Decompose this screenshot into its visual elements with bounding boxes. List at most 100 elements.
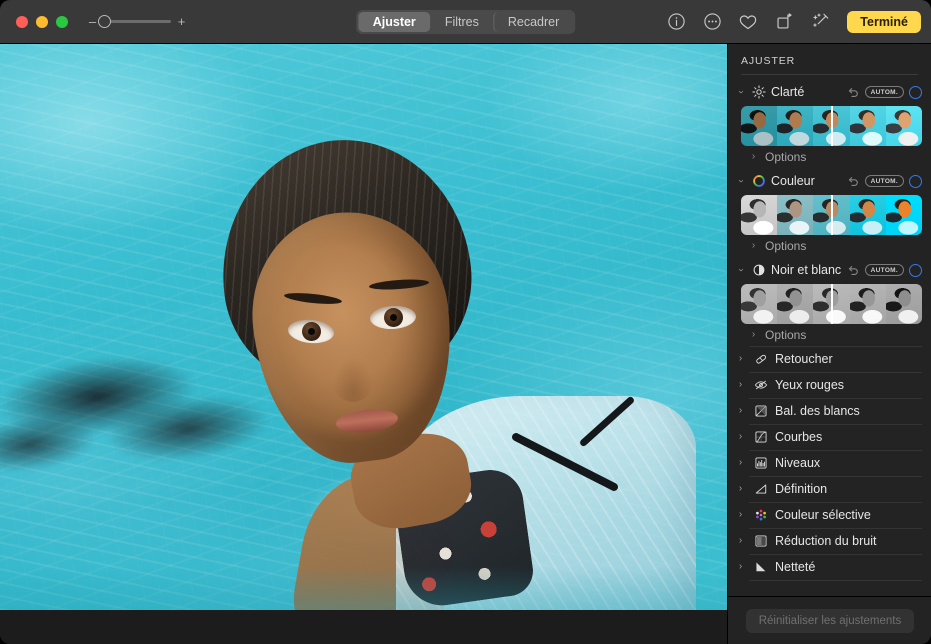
sidebar-item-label: Yeux rouges <box>775 378 844 392</box>
clarte-options-disclosure[interactable]: › Options <box>728 146 931 168</box>
variant-thumbnail[interactable] <box>886 284 922 324</box>
adjust-sidebar: AJUSTER › Clarté A <box>727 44 931 644</box>
variant-thumbnail[interactable] <box>850 195 886 235</box>
info-icon[interactable] <box>665 11 687 33</box>
chevron-right-icon[interactable]: › <box>748 241 759 251</box>
white-balance-icon <box>753 404 768 419</box>
chevron-right-icon[interactable]: › <box>735 458 746 468</box>
adjustments-list[interactable]: › Clarté AUTOM. <box>728 79 931 587</box>
filmstrip-playhead[interactable] <box>831 195 833 235</box>
clarity-variant-filmstrip[interactable] <box>741 106 922 146</box>
filmstrip-playhead[interactable] <box>831 106 833 146</box>
selective-color-dots-icon <box>753 508 768 523</box>
chevron-down-icon[interactable]: › <box>736 176 746 187</box>
sidebar-item-vignette[interactable]: › Vignette <box>728 580 931 587</box>
chevron-right-icon[interactable]: › <box>748 330 759 340</box>
zoom-slider-track[interactable] <box>103 20 171 23</box>
variant-thumbnail[interactable] <box>850 284 886 324</box>
pupil-left <box>308 328 315 335</box>
red-eye-icon <box>753 378 768 393</box>
revert-icon[interactable] <box>847 86 860 99</box>
sidebar-item-label: Définition <box>775 482 827 496</box>
variant-thumbnail[interactable] <box>886 106 922 146</box>
adjustment-group-couleur[interactable]: › <box>728 168 931 194</box>
chevron-right-icon[interactable]: › <box>735 380 746 390</box>
close-window-button[interactable] <box>16 16 28 28</box>
adjustment-toggle[interactable] <box>909 175 922 188</box>
sidebar-item-definition[interactable]: › Définition <box>728 476 931 502</box>
black-and-white-variant-filmstrip[interactable] <box>741 284 922 324</box>
sidebar-item-couleur-selective[interactable]: › Couleur sélective <box>728 502 931 528</box>
chevron-down-icon[interactable]: › <box>736 87 746 98</box>
zoom-slider-knob[interactable] <box>98 15 111 28</box>
adjustment-toggle[interactable] <box>909 86 922 99</box>
tab-recadrer[interactable]: Recadrer <box>493 12 573 32</box>
zoom-in-icon[interactable]: + <box>177 15 186 28</box>
tab-ajuster[interactable]: Ajuster <box>358 12 430 32</box>
done-button[interactable]: Terminé <box>847 11 921 33</box>
sidebar-item-label: Niveaux <box>775 456 820 470</box>
couleur-options-disclosure[interactable]: › Options <box>728 235 931 257</box>
chevron-right-icon[interactable]: › <box>735 484 746 494</box>
auto-badge[interactable]: AUTOM. <box>865 86 904 98</box>
variant-thumbnail[interactable] <box>741 195 777 235</box>
more-options-icon[interactable] <box>701 11 723 33</box>
noir-et-blanc-options-disclosure[interactable]: › Options <box>728 324 931 346</box>
filmstrip-playhead[interactable] <box>831 284 833 324</box>
edited-photo[interactable] <box>0 44 727 610</box>
sidebar-item-label: Couleur sélective <box>775 508 871 522</box>
sidebar-footer: Réinitialiser les ajustements <box>728 596 931 644</box>
variant-thumbnail[interactable] <box>777 195 813 235</box>
sidebar-item-label: Courbes <box>775 430 822 444</box>
options-label: Options <box>765 150 806 164</box>
revert-icon[interactable] <box>847 175 860 188</box>
sidebar-title-divider <box>741 74 918 75</box>
sidebar-item-yeux-rouges[interactable]: › Yeux rouges <box>728 372 931 398</box>
variant-thumbnail[interactable] <box>850 106 886 146</box>
edit-mode-segmented-control[interactable]: Ajuster Filtres Recadrer <box>356 10 576 34</box>
adjustment-group-noir-et-blanc[interactable]: › Noir et blanc AUTOM. <box>728 257 931 283</box>
chevron-right-icon[interactable]: › <box>735 354 746 364</box>
sidebar-item-label: Vignette <box>775 586 821 587</box>
variant-thumbnail[interactable] <box>741 284 777 324</box>
adjustment-group-clarte[interactable]: › Clarté AUTOM. <box>728 79 931 105</box>
zoom-slider-control[interactable]: – + <box>88 15 186 28</box>
auto-badge[interactable]: AUTOM. <box>865 264 904 276</box>
maximize-window-button[interactable] <box>56 16 68 28</box>
variant-thumbnail[interactable] <box>741 106 777 146</box>
rotate-icon[interactable] <box>773 11 795 33</box>
sidebar-item-label: Netteté <box>775 560 815 574</box>
sidebar-item-niveaux[interactable]: › Niveaux <box>728 450 931 476</box>
favorite-heart-icon[interactable] <box>737 11 759 33</box>
nose <box>332 356 374 402</box>
chevron-right-icon[interactable]: › <box>735 562 746 572</box>
auto-enhance-wand-icon[interactable] <box>809 11 831 33</box>
chevron-right-icon[interactable]: › <box>748 152 759 162</box>
adjustment-toggle[interactable] <box>909 264 922 277</box>
chevron-right-icon[interactable]: › <box>735 510 746 520</box>
variant-thumbnail[interactable] <box>886 195 922 235</box>
revert-icon[interactable] <box>847 264 860 277</box>
tab-filtres[interactable]: Filtres <box>430 12 493 32</box>
color-variant-filmstrip[interactable] <box>741 195 922 235</box>
variant-thumbnail[interactable] <box>777 106 813 146</box>
sidebar-item-retoucher[interactable]: › Retoucher <box>728 346 931 372</box>
variant-thumbnail[interactable] <box>777 284 813 324</box>
retouch-bandage-icon <box>753 352 768 367</box>
chevron-right-icon[interactable]: › <box>735 406 746 416</box>
chevron-right-icon[interactable]: › <box>735 536 746 546</box>
sidebar-item-reduction-du-bruit[interactable]: › Réduction du bruit <box>728 528 931 554</box>
zoom-out-icon[interactable]: – <box>88 15 97 28</box>
sidebar-item-label: Réduction du bruit <box>775 534 876 548</box>
chevron-down-icon[interactable]: › <box>736 265 746 276</box>
photo-canvas[interactable] <box>0 44 727 644</box>
sidebar-item-bal-des-blancs[interactable]: › Bal. des blancs <box>728 398 931 424</box>
sidebar-title: AJUSTER <box>728 44 931 74</box>
chevron-right-icon[interactable]: › <box>735 432 746 442</box>
sidebar-item-courbes[interactable]: › Courbes <box>728 424 931 450</box>
sidebar-item-nettete[interactable]: › Netteté <box>728 554 931 580</box>
reset-adjustments-button[interactable]: Réinitialiser les ajustements <box>746 609 915 633</box>
auto-badge[interactable]: AUTOM. <box>865 175 904 187</box>
minimize-window-button[interactable] <box>36 16 48 28</box>
photo-bottom-gradient <box>0 566 727 610</box>
